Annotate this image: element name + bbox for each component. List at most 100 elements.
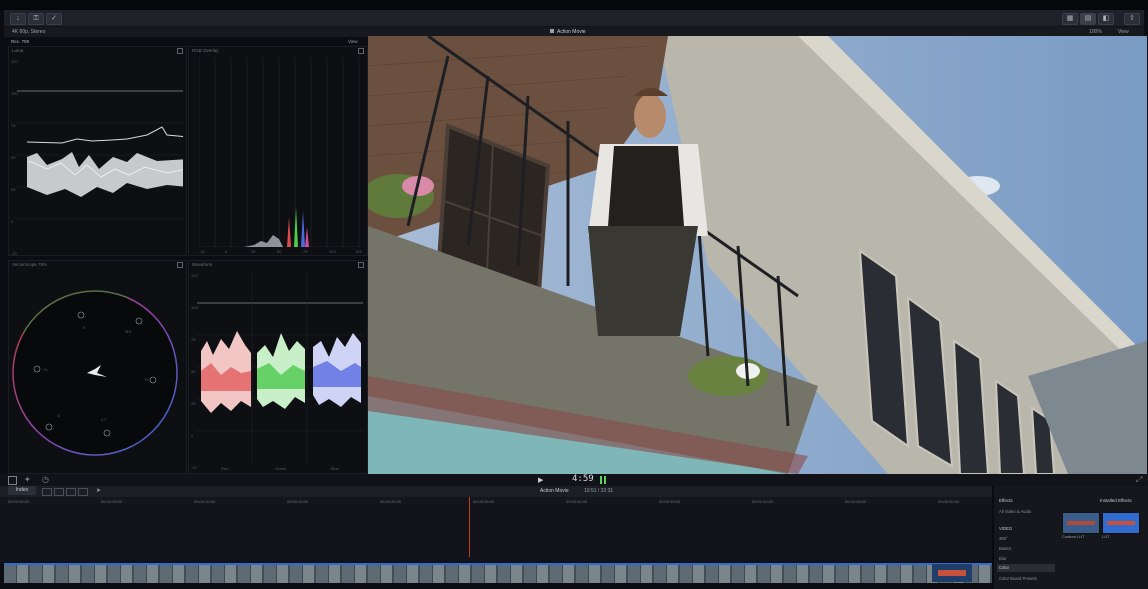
category-all[interactable]: All Video & Audio — [999, 509, 1031, 514]
histogram-tick-label: 50 — [277, 249, 282, 254]
timeline-project-title: Action Movie — [540, 488, 569, 494]
format-label: 4K 60p, Stereo — [12, 29, 46, 35]
category-color-board-presets[interactable]: Color Board Presets — [999, 576, 1037, 581]
clip-selection-bar — [4, 563, 992, 565]
playhead[interactable] — [469, 497, 470, 557]
vector-label: MG — [125, 329, 132, 334]
select-tool-icon[interactable]: ➤ — [96, 486, 101, 497]
overwrite-clip-icon[interactable] — [78, 488, 88, 496]
vector-label: R — [83, 325, 86, 330]
luma-tick-label: -20 — [11, 251, 17, 256]
panel-menu-icon[interactable] — [358, 262, 364, 268]
histogram-tick-label: 0 — [225, 249, 228, 254]
crop-tool-icon[interactable] — [8, 476, 17, 485]
histogram-tick-label: 125 — [355, 249, 362, 254]
ruler-mark: 00:00:10:00 — [194, 499, 216, 504]
video-clip-track[interactable] — [4, 563, 992, 583]
vector-label: CY — [101, 417, 107, 422]
grid-view-icon[interactable]: ▦ — [1062, 13, 1078, 25]
waveform-tick-label: 50 — [191, 369, 196, 374]
scopes-header: Rec. 709 View — [8, 38, 366, 46]
window-top-edge — [0, 0, 1148, 10]
effect-thumbnail-lut[interactable] — [1102, 512, 1140, 534]
histogram-graph — [199, 57, 363, 247]
waveform-tick-label: 25 — [191, 401, 196, 406]
index-button[interactable]: Index — [8, 486, 36, 495]
effects-browser: Effects Installed Effects All Video & Au… — [993, 486, 1148, 589]
ruler-mark: 00:00:40:00 — [752, 499, 774, 504]
waveform-tick-label: 120 — [191, 273, 198, 278]
installed-effects-dropdown[interactable]: Installed Effects — [1100, 498, 1132, 503]
ruler-mark: 00:00:50:00 — [938, 499, 960, 504]
vectorscope-graph — [12, 290, 178, 456]
check-circle-icon[interactable]: ✓ — [46, 13, 62, 25]
ruler-mark: 00:00:05:00 — [101, 499, 123, 504]
video-viewer[interactable] — [368, 36, 1147, 474]
vector-label: G — [57, 413, 61, 418]
timeline-area[interactable] — [0, 497, 992, 562]
luma-title: Luma — [12, 48, 24, 53]
ruler-mark: 00:00:45:00 — [845, 499, 867, 504]
histogram-title: RGB Overlay — [192, 48, 219, 53]
channel-label: Blue — [331, 466, 340, 471]
fullscreen-icon[interactable]: ⤢ — [1136, 475, 1142, 485]
category-360[interactable]: 360° — [999, 536, 1008, 541]
timeline-duration: 10:51 / 32:31 — [584, 488, 614, 494]
connect-clip-icon[interactable] — [42, 488, 52, 496]
waveform-tick-label: 75 — [191, 337, 196, 342]
scopes-view-menu[interactable]: View — [348, 39, 358, 44]
toolbar: ↓ ⚿ ✓ ▦ ▤ ◧ ⇧ — [4, 10, 1144, 27]
timecode-display[interactable]: 4:59 — [572, 474, 594, 484]
histogram-tick-label: 100 — [329, 249, 336, 254]
panel-menu-icon[interactable] — [177, 262, 183, 268]
video-frame — [368, 36, 1147, 474]
histogram-tick-label: 75 — [303, 249, 308, 254]
ruler-mark: 00:00:25:00 — [473, 499, 495, 504]
effect-label: LUT — [1102, 534, 1110, 539]
ruler-mark: 00:00:00:00 — [8, 499, 30, 504]
append-clip-icon[interactable] — [66, 488, 76, 496]
effect-thumbnail-custom-lut[interactable] — [1062, 512, 1100, 534]
waveform-tick-label: -20 — [191, 465, 197, 470]
insert-clip-icon[interactable] — [54, 488, 64, 496]
timeline-header: Index ➤ Action Movie 10:51 / 32:31 ♫ — [0, 486, 1071, 497]
luma-tick-label: 25 — [11, 187, 16, 192]
category-blur[interactable]: Blur — [999, 556, 1006, 561]
ruler-mark: 00:00:30:00 — [566, 499, 588, 504]
effects-title: Effects — [999, 498, 1013, 503]
speed-icon[interactable]: ◷ — [42, 475, 49, 484]
inspector-icon[interactable]: ◧ — [1098, 13, 1114, 25]
panel-menu-icon[interactable] — [358, 48, 364, 54]
key-icon[interactable]: ⚿ — [28, 13, 44, 25]
play-icon[interactable]: ▶ — [538, 476, 543, 484]
project-title-text: Action Movie — [557, 29, 586, 35]
enhance-icon[interactable]: ✦ — [24, 475, 31, 484]
timeline-view-icon[interactable]: ▤ — [1080, 13, 1096, 25]
color-space-label: Rec. 709 — [11, 39, 30, 44]
audio-meter-left — [600, 476, 602, 484]
waveform-tick-label: 100 — [191, 305, 198, 310]
luma-trace — [17, 90, 183, 220]
film-icon — [550, 29, 554, 33]
category-color-selected[interactable]: Color — [997, 564, 1055, 572]
ruler-mark: 00:00:15:00 — [287, 499, 309, 504]
rgb-parade-panel: Waveform Red Green Blue 120 100 75 50 25 0 -20 — [188, 260, 368, 474]
vector-label: B — [145, 377, 148, 382]
share-icon[interactable]: ⇧ — [1124, 13, 1140, 25]
timeline-ruler[interactable]: 00:00:00:00 00:00:05:00 00:00:10:00 00:00:1… — [0, 497, 992, 505]
luma-tick-label: 100 — [11, 91, 18, 96]
category-video[interactable]: VIDEO — [999, 526, 1012, 531]
waveform-title: Waveform — [192, 262, 213, 267]
vector-label: YL — [43, 367, 48, 372]
luma-waveform-panel: Luma 120 100 75 50 25 0 -20 — [8, 46, 187, 256]
category-color: Color — [999, 565, 1010, 570]
channel-label: Red — [221, 466, 229, 471]
luma-tick-label: 50 — [11, 155, 16, 160]
channel-label: Green — [275, 466, 287, 471]
category-basics[interactable]: Basics — [999, 546, 1011, 551]
histogram-tick-label: -25 — [199, 249, 205, 254]
effect-label: Custom LUT — [1062, 534, 1085, 539]
panel-menu-icon[interactable] — [177, 48, 183, 54]
download-icon[interactable]: ↓ — [10, 13, 26, 25]
transport-bar: ✦ ◷ ▶ 4:59 ⤢ — [0, 474, 1148, 486]
